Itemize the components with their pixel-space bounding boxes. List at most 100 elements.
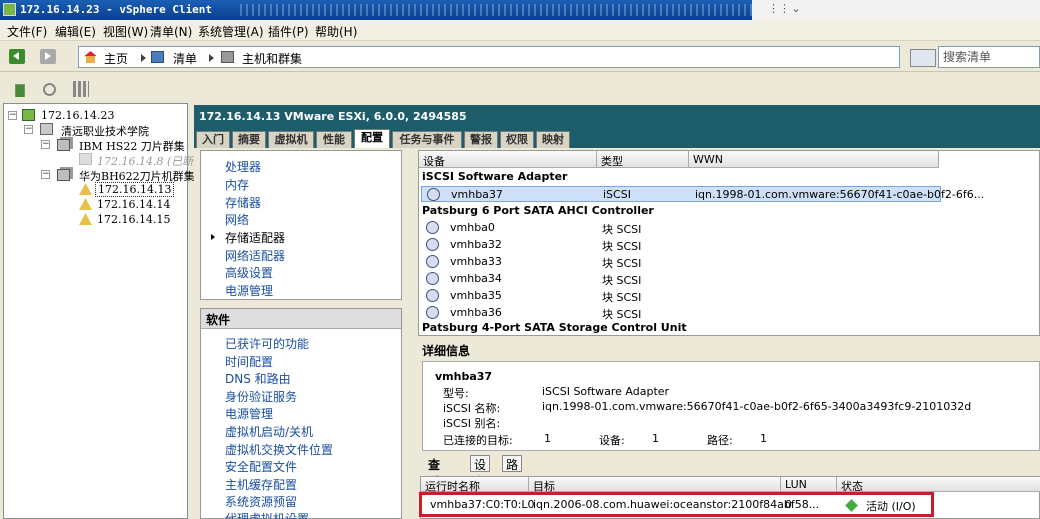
- view-paths-button[interactable]: 路径: [502, 455, 523, 489]
- add-host-icon[interactable]: [15, 84, 25, 97]
- nav-host-cache[interactable]: 主机缓存配置: [225, 476, 297, 493]
- collapse-icon[interactable]: −: [24, 125, 33, 134]
- breadcrumb-home[interactable]: 主页: [104, 50, 128, 67]
- table-row[interactable]: vmhba37 iSCSI iqn.1998-01.com.vmware:566…: [421, 186, 984, 202]
- column-header-target[interactable]: 目标: [529, 477, 781, 493]
- grid-icon[interactable]: ⋮⋮: [768, 1, 790, 17]
- breadcrumb-hosts-clusters[interactable]: 主机和群集: [242, 50, 302, 67]
- table-row[interactable]: vmhba0 块 SCSI: [421, 220, 941, 236]
- nav-vm-startup[interactable]: 虚拟机启动/关机: [225, 423, 313, 440]
- adapter-device: vmhba36: [450, 306, 502, 319]
- collapse-icon[interactable]: −: [41, 170, 50, 179]
- details-adapter-name: vmhba37: [435, 370, 493, 383]
- tree-label: 172.16.14.15: [97, 213, 171, 226]
- column-header-status[interactable]: 状态: [837, 477, 1040, 493]
- nav-memory[interactable]: 内存: [225, 176, 249, 193]
- table-row[interactable]: vmhba33 块 SCSI: [421, 254, 941, 270]
- storage-adapters-table: 设备 类型 WWN iSCSI Software Adapter vmhba37…: [418, 150, 1040, 336]
- tree-label: IBM HS22 刀片群集: [79, 140, 185, 153]
- menu-plugins[interactable]: 插件(P): [268, 23, 309, 40]
- adapter-icon: [426, 255, 439, 268]
- adapter-type: 块 SCSI: [602, 274, 642, 287]
- hosts-clusters-icon: [221, 51, 234, 63]
- column-header-runtime-name[interactable]: 运行时名称: [421, 477, 529, 493]
- tab-permissions[interactable]: 权限: [500, 131, 534, 148]
- menu-administration[interactable]: 系统管理(A): [198, 23, 264, 40]
- view-devices-button[interactable]: 设备: [470, 455, 491, 489]
- tab-alarms[interactable]: 警报: [464, 131, 498, 148]
- column-header-wwn[interactable]: WWN: [689, 151, 939, 168]
- nav-storage-adapters[interactable]: 存储适配器: [225, 229, 285, 246]
- nav-processors[interactable]: 处理器: [225, 158, 261, 175]
- nav-time-configuration[interactable]: 时间配置: [225, 353, 273, 370]
- nav-agent-vm-settings[interactable]: 代理虚拟机设置: [225, 510, 309, 519]
- tab-tasks-events[interactable]: 任务与事件: [392, 131, 462, 148]
- adapter-details: vmhba37 型号: iSCSI Software Adapter iSCSI…: [422, 361, 1040, 451]
- adapter-device: vmhba37: [451, 188, 503, 201]
- table-row[interactable]: vmhba35 块 SCSI: [421, 288, 941, 304]
- adapter-icon: [426, 238, 439, 251]
- table-row[interactable]: vmhba36 块 SCSI: [421, 305, 941, 321]
- nav-licensed-features[interactable]: 已获许可的功能: [225, 335, 309, 352]
- collapse-icon[interactable]: −: [8, 111, 17, 120]
- column-header-device[interactable]: 设备: [419, 151, 597, 168]
- host-title: 172.16.14.13 VMware ESXi, 6.0.0, 2494585: [199, 110, 467, 123]
- menu-help[interactable]: 帮助(H): [315, 23, 357, 40]
- software-nav: 软件 已获许可的功能 时间配置 DNS 和路由 身份验证服务 电源管理 虚拟机启…: [200, 308, 402, 519]
- nav-storage[interactable]: 存储器: [225, 194, 261, 211]
- column-header-lun[interactable]: LUN: [781, 477, 837, 492]
- adapter-group: iSCSI Software Adapter: [422, 170, 568, 183]
- menu-view[interactable]: 视图(W): [103, 23, 148, 40]
- back-button[interactable]: [9, 49, 25, 64]
- chevron-down-icon[interactable]: ⌄: [788, 1, 804, 17]
- tab-performance[interactable]: 性能: [316, 131, 352, 148]
- adapter-device: vmhba33: [450, 255, 502, 268]
- nav-vm-swapfile[interactable]: 虚拟机交换文件位置: [225, 441, 333, 458]
- nav-security-profile[interactable]: 安全配置文件: [225, 458, 297, 475]
- search-scope-button[interactable]: [910, 49, 936, 67]
- connected-targets-value: 1: [544, 432, 551, 445]
- host-warning-icon: [79, 183, 92, 195]
- adapter-type: 块 SCSI: [602, 240, 642, 253]
- column-header-type[interactable]: 类型: [597, 151, 689, 168]
- iscsi-name-label: iSCSI 名称:: [443, 402, 501, 415]
- cluster-icon: [57, 139, 70, 151]
- window-title-bar: 172.16.14.23 - vSphere Client ⋮⋮ ⌄: [0, 0, 1040, 20]
- menu-edit[interactable]: 编辑(E): [55, 23, 96, 40]
- breadcrumb-inventory[interactable]: 清单: [173, 50, 197, 67]
- forward-button[interactable]: [40, 49, 56, 64]
- nav-authentication[interactable]: 身份验证服务: [225, 388, 297, 405]
- tree-label: 172.16.14.8 (已断开): [97, 155, 209, 168]
- model-label: 型号:: [443, 387, 469, 400]
- tab-maps[interactable]: 映射: [536, 131, 570, 148]
- nav-network-adapters[interactable]: 网络适配器: [225, 247, 285, 264]
- connected-targets-label: 已连接的目标:: [443, 434, 513, 447]
- nav-power-management-sw[interactable]: 电源管理: [225, 405, 273, 422]
- tab-vms[interactable]: 虚拟机: [268, 131, 314, 148]
- nav-resource-allocation[interactable]: 系统资源预留: [225, 493, 297, 510]
- home-icon: [84, 51, 97, 63]
- menu-file[interactable]: 文件(F): [7, 23, 47, 40]
- table-row[interactable]: vmhba32 块 SCSI: [421, 237, 941, 253]
- tab-configuration[interactable]: 配置: [354, 129, 390, 148]
- nav-networking[interactable]: 网络: [225, 211, 249, 228]
- adapter-type: 块 SCSI: [602, 257, 642, 270]
- nav-advanced-settings[interactable]: 高级设置: [225, 264, 273, 281]
- adapter-icon: [426, 289, 439, 302]
- nav-power-management[interactable]: 电源管理: [225, 282, 273, 299]
- collapse-icon[interactable]: −: [41, 140, 50, 149]
- host-warning-icon: [79, 213, 92, 225]
- new-cluster-icon[interactable]: [73, 81, 89, 97]
- menu-inventory[interactable]: 清单(N): [150, 23, 192, 40]
- tab-getting-started[interactable]: 入门: [196, 131, 230, 148]
- refresh-icon[interactable]: [43, 83, 56, 96]
- current-item-icon: [211, 234, 215, 240]
- breadcrumb-arrow-icon: [141, 54, 146, 62]
- adapter-device: vmhba0: [450, 221, 495, 234]
- search-input[interactable]: [938, 46, 1040, 68]
- table-row[interactable]: vmhba34 块 SCSI: [421, 271, 941, 287]
- nav-dns-routing[interactable]: DNS 和路由: [225, 370, 291, 387]
- datacenter-icon: [40, 123, 53, 135]
- tab-summary[interactable]: 摘要: [232, 131, 266, 148]
- host-disconnected-icon: [79, 153, 92, 165]
